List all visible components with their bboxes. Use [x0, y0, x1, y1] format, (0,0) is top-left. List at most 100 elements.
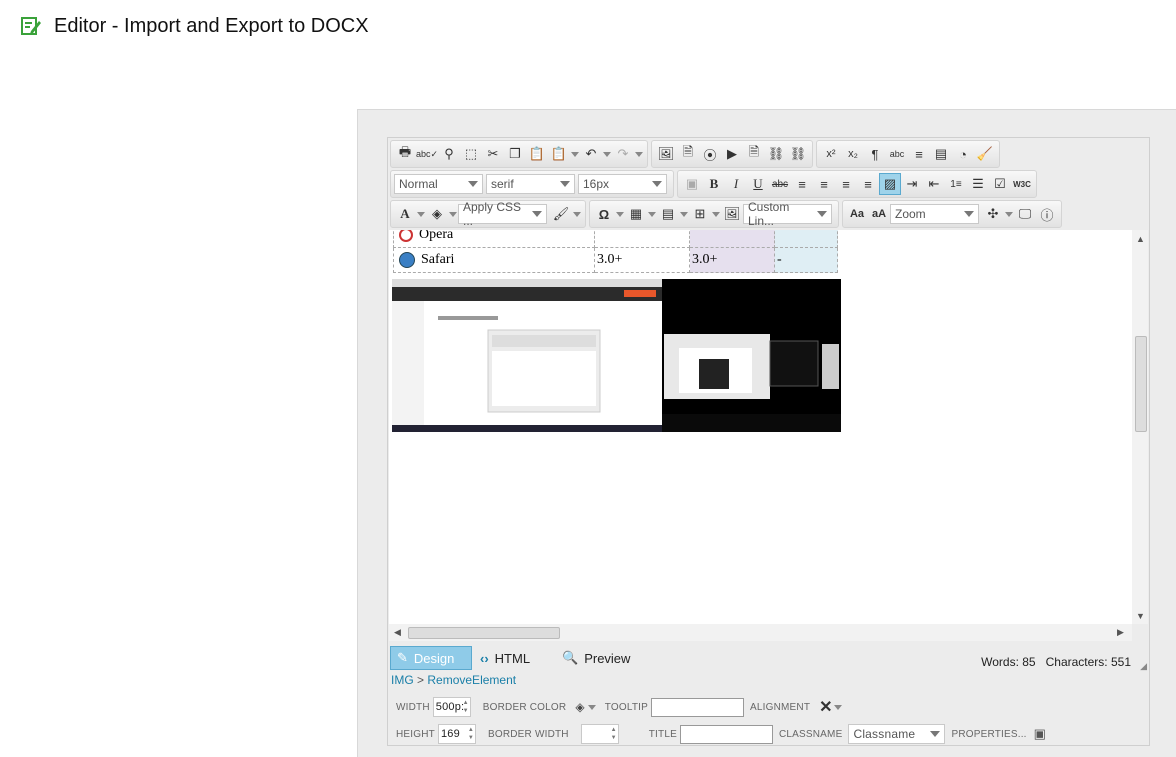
border-color-dropdown-arrow[interactable]	[587, 696, 597, 718]
zoom-dropdown[interactable]: Zoom	[890, 204, 979, 224]
copy-icon[interactable]: ❐	[504, 143, 526, 165]
vertical-scrollbar[interactable]: ▲ ▼	[1132, 230, 1148, 624]
paste-special-icon[interactable]: 📋	[548, 143, 570, 165]
redo-dropdown-arrow[interactable]	[634, 143, 644, 165]
remove-element-link[interactable]: RemoveElement	[427, 673, 516, 687]
table-properties-dropdown-arrow[interactable]	[679, 203, 689, 225]
table-properties-icon[interactable]: ▤	[657, 203, 679, 225]
paragraph-mark-icon[interactable]: ¶	[864, 143, 886, 165]
align-none-icon[interactable]: ▨	[879, 173, 901, 195]
unordered-list-icon[interactable]: ☰	[967, 173, 989, 195]
clock-icon[interactable]: ◔	[952, 143, 974, 165]
paste-dropdown-arrow[interactable]	[570, 143, 580, 165]
border-color-picker-icon[interactable]: ◈	[575, 700, 584, 714]
spelling-icon[interactable]: abc	[886, 143, 908, 165]
find-icon[interactable]: ⚲	[438, 143, 460, 165]
superscript-icon[interactable]: x²	[820, 143, 842, 165]
font-name-dropdown[interactable]: serif	[486, 174, 575, 194]
width-input[interactable]: 500p: ▲ ▼	[432, 697, 471, 717]
modules-icon[interactable]: ✣	[982, 203, 1004, 225]
insert-box-icon[interactable]: ⊞	[689, 203, 711, 225]
design-mode-button[interactable]: ✎ Design	[390, 646, 472, 670]
paste-icon[interactable]: 📋	[526, 143, 548, 165]
embedded-screenshot-image[interactable]	[392, 279, 841, 432]
align-left-icon[interactable]: ≡	[791, 173, 813, 195]
symbol-icon[interactable]: Ω	[593, 203, 615, 225]
clean-format-icon[interactable]: 🧹	[974, 143, 996, 165]
print-icon[interactable]: 🖶	[394, 143, 416, 165]
horizontal-scrollbar[interactable]: ◀ ▶	[389, 624, 1132, 641]
format-painter-icon[interactable]: 🖌	[550, 203, 572, 225]
ordered-list-icon[interactable]: 1≡	[945, 173, 967, 195]
subscript-icon[interactable]: x₂	[842, 143, 864, 165]
indent-icon[interactable]: ⇥	[901, 173, 923, 195]
italic-button[interactable]: I	[725, 173, 747, 195]
unlink-icon[interactable]: ⛓	[787, 143, 809, 165]
modules-dropdown-arrow[interactable]	[1004, 203, 1014, 225]
insert-link-icon[interactable]: ⛓	[765, 143, 787, 165]
page-properties-icon[interactable]: ▤	[930, 143, 952, 165]
justify-icon[interactable]: ≡	[908, 143, 930, 165]
image-map-icon[interactable]: ▣	[681, 173, 703, 195]
undo-icon[interactable]: ↶	[580, 143, 602, 165]
symbol-dropdown-arrow[interactable]	[615, 203, 625, 225]
align-right-icon[interactable]: ≡	[835, 173, 857, 195]
scroll-right-icon[interactable]: ▶	[1117, 627, 1124, 638]
font-color-dropdown-arrow[interactable]	[416, 203, 426, 225]
fullscreen-icon[interactable]: 🖵	[1014, 203, 1036, 225]
font-color-icon[interactable]: A	[394, 203, 416, 225]
scroll-down-icon[interactable]: ▼	[1136, 611, 1145, 621]
border-width-input[interactable]: ▲ ▼	[580, 724, 619, 744]
undo-dropdown-arrow[interactable]	[602, 143, 612, 165]
scroll-up-icon[interactable]: ▲	[1136, 234, 1145, 244]
w3c-validate-icon[interactable]: W3C	[1011, 173, 1033, 195]
insert-flash-icon[interactable]: ⦿	[699, 143, 721, 165]
preview-mode-button[interactable]: 🔍 Preview	[556, 646, 636, 670]
apply-css-dropdown[interactable]: Apply CSS ...	[458, 200, 547, 228]
tooltip-input[interactable]	[651, 697, 745, 717]
insert-media-icon[interactable]: ▶	[721, 143, 743, 165]
format-painter-dropdown-arrow[interactable]	[572, 203, 582, 225]
align-center-icon[interactable]: ≡	[813, 173, 835, 195]
align-justify-icon[interactable]: ≡	[857, 173, 879, 195]
table-dropdown-arrow[interactable]	[647, 203, 657, 225]
html-mode-button[interactable]: ‹› HTML	[474, 646, 536, 670]
lowercase-button[interactable]: aA	[868, 203, 890, 225]
cut-icon[interactable]: ✂	[482, 143, 504, 165]
custom-links-dropdown[interactable]: Custom Lin...	[743, 200, 832, 228]
about-icon[interactable]: ⓘ	[1036, 203, 1058, 225]
title-input[interactable]	[679, 724, 773, 744]
image-gallery-icon[interactable]: 🖼	[721, 203, 743, 225]
alignment-none-icon[interactable]: ✕	[819, 697, 833, 717]
highlight-color-icon[interactable]: ◈	[426, 203, 448, 225]
properties-icon[interactable]: ▣	[1034, 726, 1046, 742]
spellcheck-icon[interactable]: abc✓	[416, 143, 438, 165]
paragraph-format-dropdown[interactable]: Normal	[394, 174, 483, 194]
underline-button[interactable]: U	[747, 173, 769, 195]
strikethrough-button[interactable]: abc	[769, 173, 791, 195]
font-size-dropdown[interactable]: 16px	[578, 174, 667, 194]
spinner-icon[interactable]: ▲ ▼	[468, 726, 474, 742]
height-input[interactable]: 169 ▲ ▼	[437, 724, 476, 744]
horizontal-scroll-thumb[interactable]	[408, 627, 560, 639]
resize-handle-icon[interactable]: ◢	[1140, 661, 1147, 672]
insert-template-icon[interactable]: 🗎	[743, 143, 765, 165]
checkbox-icon[interactable]: ☑	[989, 173, 1011, 195]
classname-dropdown[interactable]: Classname	[848, 724, 946, 744]
insert-image-icon[interactable]: 🖼	[655, 143, 677, 165]
uppercase-button[interactable]: Aa	[846, 203, 868, 225]
alignment-dropdown-arrow[interactable]	[833, 696, 843, 718]
redo-icon[interactable]: ↷	[612, 143, 634, 165]
select-all-icon[interactable]: ⬚	[460, 143, 482, 165]
insert-document-icon[interactable]: 🗎	[677, 143, 699, 165]
insert-box-dropdown-arrow[interactable]	[711, 203, 721, 225]
bold-button[interactable]: B	[703, 173, 725, 195]
spinner-icon[interactable]: ▲ ▼	[463, 699, 469, 715]
highlight-dropdown-arrow[interactable]	[448, 203, 458, 225]
vertical-scroll-thumb[interactable]	[1135, 336, 1147, 432]
spinner-icon[interactable]: ▲ ▼	[611, 726, 617, 742]
path-tag-img[interactable]: IMG	[391, 673, 414, 687]
insert-table-icon[interactable]: ▦	[625, 203, 647, 225]
editor-content-area[interactable]: Opera Safari 3.0+ 3.0+ -	[389, 230, 1132, 624]
outdent-icon[interactable]: ⇤	[923, 173, 945, 195]
